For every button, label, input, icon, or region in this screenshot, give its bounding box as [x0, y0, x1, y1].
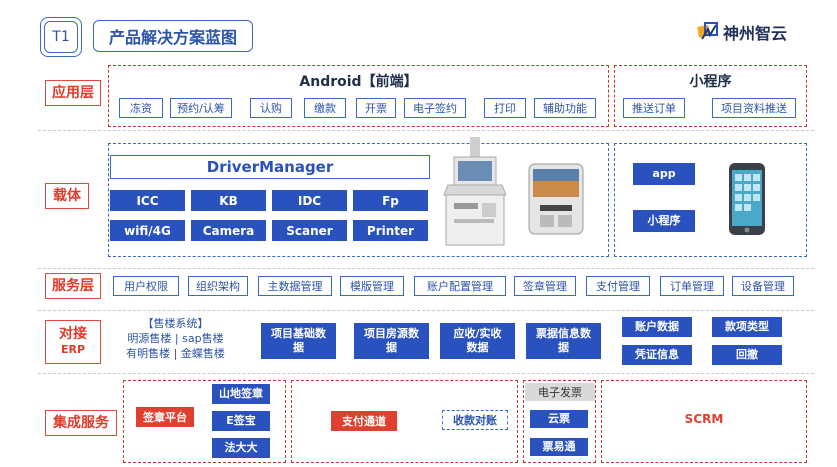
divider: [38, 130, 814, 131]
layer-label-integration: 集成服务: [45, 410, 117, 436]
service-item: 支付管理: [586, 276, 650, 296]
erp-data-item: 项目房源数 据: [354, 323, 429, 359]
android-item: 电子签约: [404, 98, 466, 118]
erp-right-item: 回撤: [712, 345, 782, 365]
sales-systems-line2: 有明售楼 | 金蝶售楼: [126, 347, 225, 360]
driver-module: Scaner: [272, 220, 347, 241]
driver-module: wifi/4G: [110, 220, 185, 241]
invoice-title: 电子发票: [525, 383, 595, 401]
reconcile-box: 收款对账: [442, 410, 508, 430]
service-item: 设备管理: [732, 276, 794, 296]
miniprogram-title: 小程序: [689, 74, 732, 90]
driver-module: Fp: [353, 190, 428, 211]
header-tag: T1: [40, 17, 82, 57]
layer-label-erp: 对接 ERP: [45, 320, 101, 364]
erp-right-item: 凭证信息: [622, 345, 692, 365]
android-item: 开票: [356, 98, 396, 118]
kiosk-machine-image: [443, 137, 507, 246]
invoice-vendor-yunpiao: 云票: [530, 410, 588, 428]
mobile-app: app: [633, 163, 695, 185]
sales-systems-title: 【售楼系统】: [142, 317, 209, 330]
driver-module: ICC: [110, 190, 185, 211]
sign-vendor: 法大大: [212, 438, 270, 458]
service-item: 用户权限: [113, 276, 179, 296]
divider: [38, 373, 814, 374]
service-item: 模版管理: [340, 276, 404, 296]
scrm-label: SCRM: [684, 412, 724, 426]
android-item: 打印: [484, 98, 526, 118]
brand-logo: 神州智云: [697, 20, 817, 44]
android-item: 冻资: [119, 98, 163, 118]
erp-right-item: 账户数据: [622, 317, 692, 337]
divider: [38, 310, 814, 311]
sign-vendor: 山地签章: [212, 384, 270, 404]
android-item: 缴款: [304, 98, 346, 118]
driver-manager: DriverManager: [110, 155, 430, 179]
mini-item-push-project: 项目资料推送: [712, 98, 796, 118]
tablet-device-image: [528, 163, 584, 235]
driver-module: Printer: [353, 220, 428, 241]
driver-module: KB: [191, 190, 266, 211]
sales-systems-line1: 明源售楼 | sap售楼: [127, 332, 224, 345]
service-item: 组织架构: [188, 276, 248, 296]
android-title: Android【前端】: [299, 74, 418, 90]
sales-systems: 【售楼系统】 明源售楼 | sap售楼 有明售楼 | 金蝶售楼: [113, 316, 238, 366]
service-item: 主数据管理: [258, 276, 332, 296]
erp-data-item: 票据信息数 据: [526, 323, 601, 359]
payment-channel: 支付通道: [331, 411, 397, 431]
divider: [38, 268, 814, 269]
service-item: 订单管理: [660, 276, 724, 296]
sign-platform: 签章平台: [136, 407, 194, 427]
sign-vendor: E签宝: [212, 411, 270, 431]
layer-label-service: 服务层: [45, 273, 101, 299]
logo-icon: [697, 22, 718, 40]
mobile-miniprogram: 小程序: [633, 210, 695, 232]
mini-item-push-order: 推送订单: [623, 98, 685, 118]
smartphone-icon: [729, 163, 765, 235]
driver-module: Camera: [191, 220, 266, 241]
erp-right-item: 款项类型: [712, 317, 782, 337]
android-item: 预约/认筹: [170, 98, 232, 118]
service-item: 账户配置管理: [414, 276, 506, 296]
layer-label-app: 应用层: [45, 80, 101, 106]
header-tag-inner: T1: [44, 21, 78, 53]
erp-data-item: 项目基础数 据: [261, 323, 336, 359]
android-item: 辅助功能: [534, 98, 596, 118]
brand-name: 神州智云: [723, 24, 788, 43]
mobile-panel: [614, 143, 807, 257]
invoice-vendor-piaoyitong: 票易通: [530, 438, 588, 456]
page-title: 产品解决方案蓝图: [93, 20, 253, 52]
erp-label-line1: 对接: [59, 326, 87, 342]
erp-data-item: 应收/实收 数据: [440, 323, 515, 359]
android-item: 认购: [250, 98, 292, 118]
service-item: 签章管理: [514, 276, 576, 296]
driver-module: IDC: [272, 190, 347, 211]
erp-label-line2: ERP: [60, 343, 86, 356]
layer-label-carrier: 载体: [45, 183, 89, 209]
